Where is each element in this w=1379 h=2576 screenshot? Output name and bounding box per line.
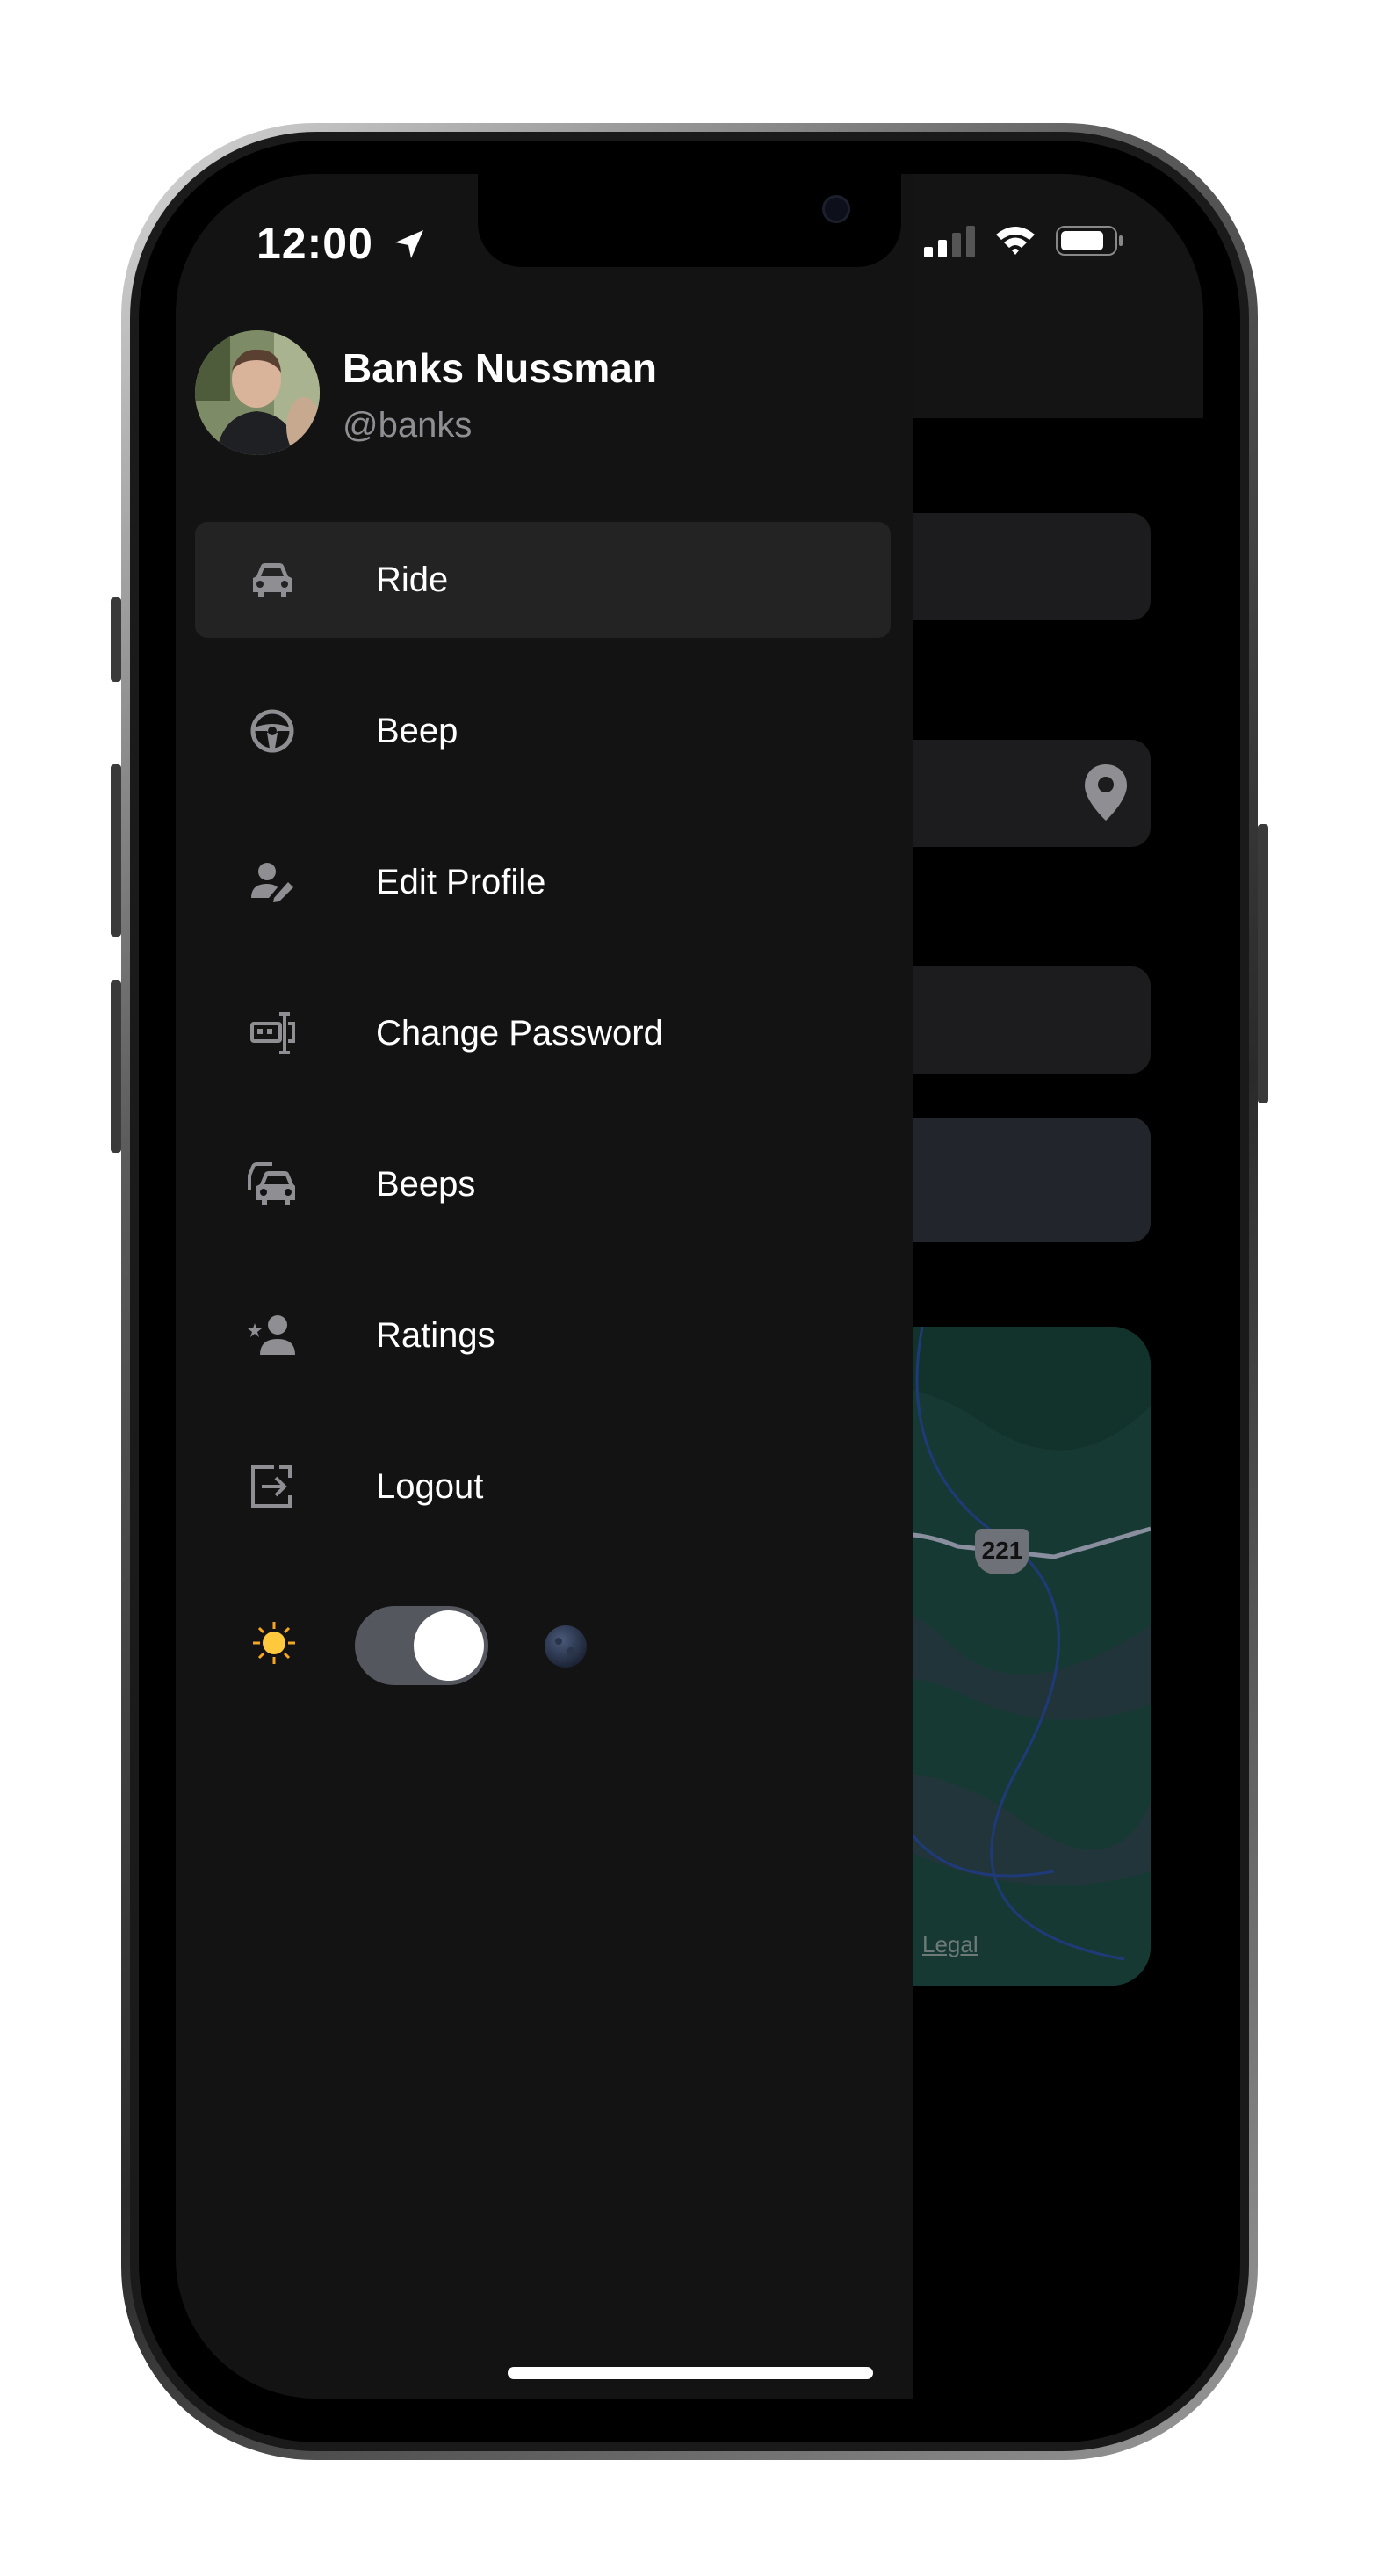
home-indicator[interactable]: [508, 2367, 873, 2379]
signal-icon: [924, 226, 975, 257]
menu-label-edit-profile: Edit Profile: [376, 862, 546, 901]
theme-toggle-row: [176, 1597, 913, 1685]
menu-item-beep[interactable]: Beep: [195, 673, 891, 789]
location-arrow-icon: [394, 230, 423, 258]
menu-label-beep: Beep: [376, 711, 458, 750]
location-pin-icon[interactable]: [1083, 763, 1129, 822]
menu-item-ratings[interactable]: Ratings: [195, 1277, 891, 1393]
menu-label-change-password: Change Password: [376, 1013, 663, 1053]
theme-toggle-switch[interactable]: [355, 1606, 488, 1685]
moon-icon: [545, 1625, 587, 1668]
navigation-drawer: 12:00 Banks Nussman @banks Ride Beep Edi…: [176, 174, 913, 2399]
front-camera: [822, 195, 850, 223]
phone-screen: 221 Legal 12:00 Banks Nussman @banks Rid…: [176, 174, 1203, 2399]
avatar[interactable]: [195, 330, 320, 455]
user-star-icon: [248, 1311, 297, 1360]
wifi-icon: [996, 227, 1035, 255]
menu-label-ratings: Ratings: [376, 1315, 495, 1355]
toggle-knob: [414, 1610, 484, 1681]
map-route-shield: 221: [975, 1529, 1029, 1574]
battery-icon: [1056, 226, 1123, 256]
menu-item-change-password[interactable]: Change Password: [195, 975, 891, 1091]
user-handle: @banks: [343, 406, 473, 445]
camera-notch: [478, 174, 901, 267]
menu-item-edit-profile[interactable]: Edit Profile: [195, 824, 891, 940]
logout-icon: [248, 1462, 297, 1511]
volume-up-button: [111, 764, 121, 937]
steering-wheel-icon: [248, 706, 297, 756]
cars-icon: [248, 1160, 297, 1209]
status-time: 12:00: [256, 218, 427, 269]
volume-down-button: [111, 980, 121, 1153]
menu-label-ride: Ride: [376, 560, 449, 599]
menu-label-logout: Logout: [376, 1466, 484, 1506]
status-icons: [924, 223, 1124, 258]
car-icon: [248, 555, 297, 604]
silent-switch: [111, 597, 121, 682]
menu-item-logout[interactable]: Logout: [195, 1429, 891, 1545]
menu-item-beeps[interactable]: Beeps: [195, 1126, 891, 1242]
menu-item-ride[interactable]: Ride: [195, 522, 891, 638]
password-icon: [248, 1009, 297, 1058]
power-button: [1258, 824, 1268, 1103]
map-legal-link[interactable]: Legal: [922, 1931, 978, 1958]
user-edit-icon: [248, 857, 297, 907]
sun-icon: [253, 1622, 295, 1664]
menu-label-beeps: Beeps: [376, 1164, 476, 1204]
user-name: Banks Nussman: [343, 345, 657, 391]
